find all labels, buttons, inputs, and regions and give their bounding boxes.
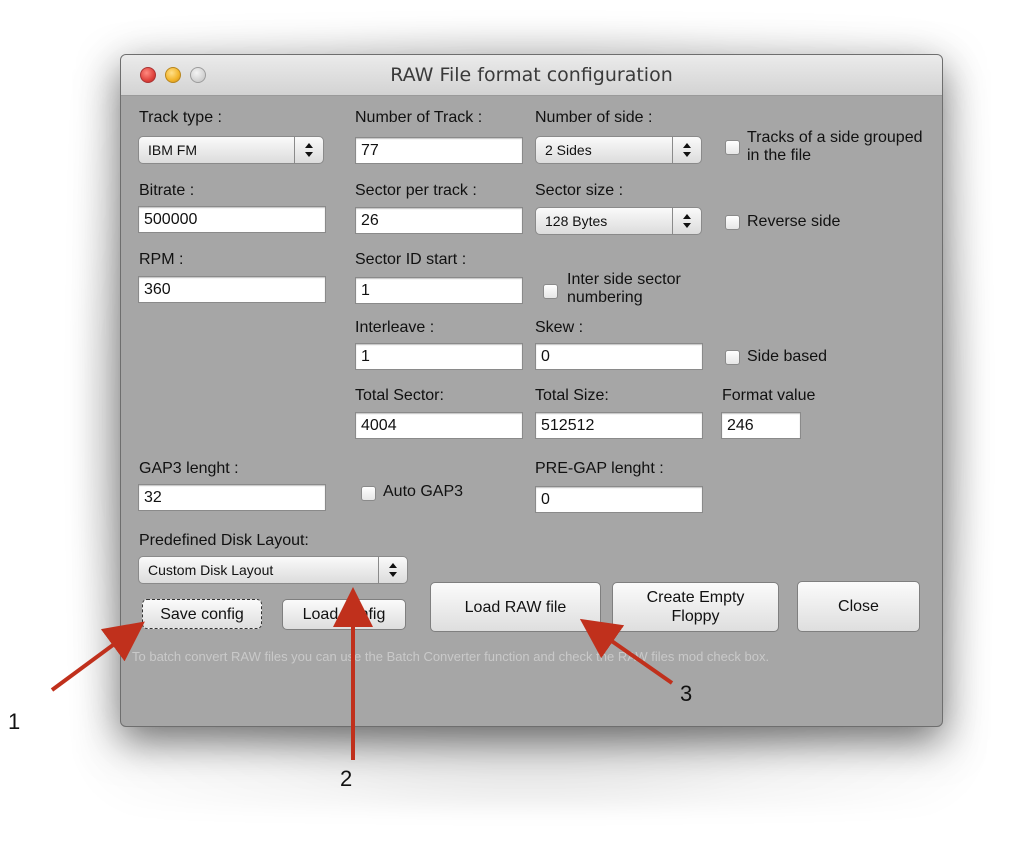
annotation-number-1: 1 [8,709,21,734]
annotation-arrows [50,587,674,760]
annotation-number-2: 2 [340,766,353,791]
annotation-number-3: 3 [680,681,693,706]
annotation-arrow-1 [50,621,145,692]
annotation-arrow-3 [579,618,674,685]
